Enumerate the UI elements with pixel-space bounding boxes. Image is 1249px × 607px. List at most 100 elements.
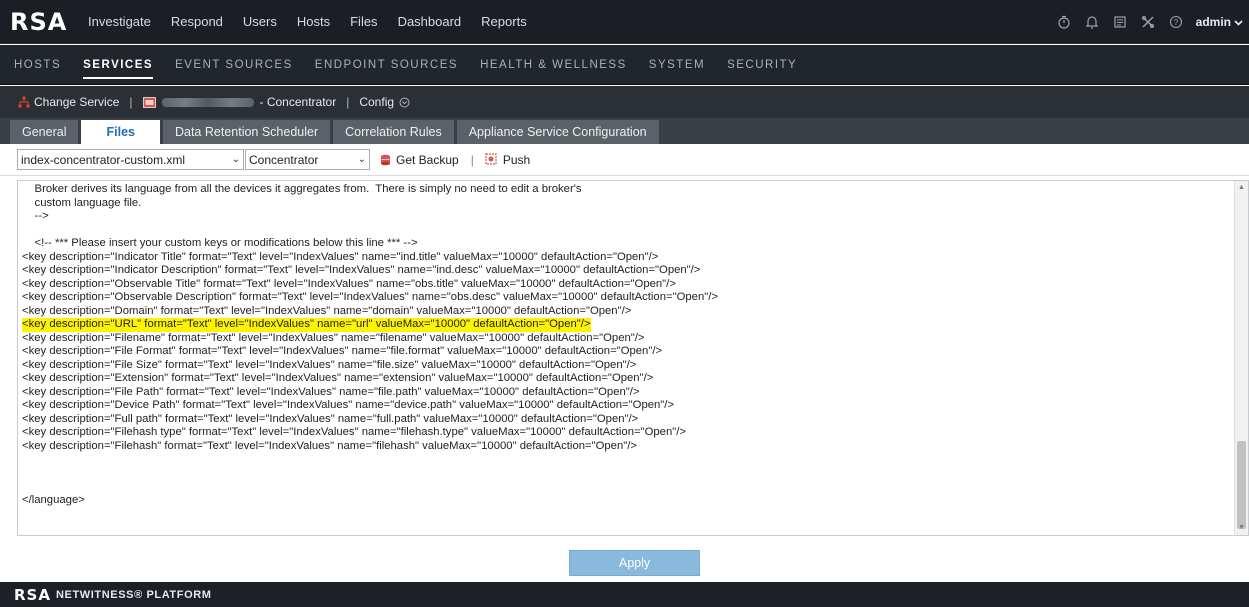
service-host-redacted bbox=[161, 97, 254, 107]
editor-line: Broker derives its language from all the… bbox=[22, 183, 1234, 197]
user-menu[interactable]: admin bbox=[1196, 15, 1243, 29]
scroll-down-icon[interactable]: ▼ bbox=[1235, 521, 1248, 535]
nav-reports[interactable]: Reports bbox=[471, 0, 537, 44]
line-text: --> bbox=[22, 210, 49, 222]
divider: | bbox=[470, 152, 474, 167]
line-text: <key description="Full path" format="Tex… bbox=[22, 412, 639, 425]
subnav-event-sources[interactable]: EVENT SOURCES bbox=[164, 45, 304, 85]
backup-icon bbox=[381, 154, 390, 165]
config-menu[interactable]: Config bbox=[359, 95, 410, 109]
user-name: admin bbox=[1195, 15, 1231, 29]
line-text: <key description="Indicator Title" forma… bbox=[22, 250, 659, 263]
subnav-hosts[interactable]: HOSTS bbox=[0, 45, 72, 85]
footer-logo: RSA bbox=[14, 585, 51, 604]
svg-text:?: ? bbox=[1173, 18, 1178, 27]
get-backup-label: Get Backup bbox=[396, 152, 459, 167]
network-icon bbox=[18, 96, 30, 108]
editor-scrollbar[interactable]: ▲ ▼ bbox=[1234, 181, 1248, 535]
line-text: <key description="Extension" format="Tex… bbox=[22, 372, 654, 384]
line-text: <key description="Filename" format="Text… bbox=[22, 331, 645, 344]
nav-hosts[interactable]: Hosts bbox=[287, 0, 340, 44]
editor-line: <key description="URL" format="Text" lev… bbox=[22, 318, 1234, 332]
push-icon bbox=[485, 153, 497, 165]
nav-files[interactable]: Files bbox=[340, 0, 387, 44]
editor-line: <key description="File Size" format="Tex… bbox=[22, 359, 1234, 373]
editor-line: <key description="Filehash type" format=… bbox=[22, 426, 1234, 440]
scroll-up-icon[interactable]: ▲ bbox=[1235, 181, 1248, 195]
subnav-system[interactable]: SYSTEM bbox=[638, 45, 716, 85]
editor-line: <key description="Indicator Description"… bbox=[22, 264, 1234, 278]
rsa-logo[interactable]: RSA bbox=[10, 8, 80, 36]
scrollbar-thumb[interactable] bbox=[1237, 441, 1246, 529]
editor-line: <key description="Extension" format="Tex… bbox=[22, 372, 1234, 386]
get-backup-button[interactable]: Get Backup bbox=[380, 153, 459, 167]
editor-line: <key description="Filehash" format="Text… bbox=[22, 440, 1234, 454]
nav-investigate[interactable]: Investigate bbox=[80, 0, 161, 44]
editor-line: <key description="Device Path" format="T… bbox=[22, 399, 1234, 413]
chevron-circle-down-icon bbox=[399, 97, 410, 107]
editor-line: <!-- *** Please insert your custom keys … bbox=[22, 237, 1234, 251]
file-editor-text[interactable]: Broker derives its language from all the… bbox=[18, 181, 1234, 535]
line-text: custom language file. bbox=[22, 196, 142, 209]
nav-respond[interactable]: Respond bbox=[161, 0, 233, 44]
subnav-security[interactable]: SECURITY bbox=[716, 45, 808, 85]
tab-files[interactable]: Files bbox=[81, 120, 160, 144]
tab-correlation-rules[interactable]: Correlation Rules bbox=[333, 120, 454, 144]
file-select-value: index-concentrator-custom.xml bbox=[21, 152, 186, 167]
line-text: <key description="Indicator Description"… bbox=[22, 264, 701, 276]
tab-appliance-service-configuration[interactable]: Appliance Service Configuration bbox=[456, 120, 659, 144]
files-toolbar: index-concentrator-custom.xml ⌄ Concentr… bbox=[0, 144, 1249, 176]
editor-line: <key description="Filename" format="Text… bbox=[22, 332, 1234, 346]
service-select-value: Concentrator bbox=[249, 152, 319, 167]
file-editor[interactable]: Broker derives its language from all the… bbox=[17, 180, 1249, 536]
divider: | bbox=[346, 95, 350, 109]
editor-line: </language> bbox=[22, 494, 1234, 508]
help-icon[interactable]: ? bbox=[1162, 0, 1190, 44]
config-tabs: General Files Data Retention Scheduler C… bbox=[0, 118, 1249, 144]
line-text: <key description="Filehash type" format=… bbox=[22, 426, 686, 438]
bell-icon[interactable] bbox=[1078, 0, 1106, 44]
tab-general[interactable]: General bbox=[10, 120, 79, 144]
chevron-down-icon: ⌄ bbox=[231, 154, 240, 165]
apply-area: Apply bbox=[0, 536, 1249, 582]
line-text: <key description="Filehash" format="Text… bbox=[22, 439, 637, 452]
config-label: Config bbox=[359, 95, 395, 109]
tab-data-retention-scheduler[interactable]: Data Retention Scheduler bbox=[162, 120, 331, 144]
subnav-health-wellness[interactable]: HEALTH & WELLNESS bbox=[469, 45, 638, 85]
editor-line: <key description="File Path" format="Tex… bbox=[22, 386, 1234, 400]
admin-sub-nav: HOSTS SERVICES EVENT SOURCES ENDPOINT SO… bbox=[0, 45, 1249, 85]
change-service-label: Change Service bbox=[34, 95, 120, 109]
editor-line: <key description="Domain" format="Text" … bbox=[22, 305, 1234, 319]
notes-icon[interactable] bbox=[1106, 0, 1134, 44]
timer-icon[interactable] bbox=[1050, 0, 1078, 44]
service-type: - Concentrator bbox=[259, 95, 337, 109]
editor-line: <key description="Observable Title" form… bbox=[22, 278, 1234, 292]
line-text: </language> bbox=[22, 493, 85, 506]
main-nav: Investigate Respond Users Hosts Files Da… bbox=[80, 0, 537, 44]
highlighted-line-text: <key description="URL" format="Text" lev… bbox=[22, 318, 591, 332]
footer-product-name: NETWITNESS® PLATFORM bbox=[55, 588, 212, 601]
push-button[interactable]: Push bbox=[484, 153, 530, 167]
nav-users[interactable]: Users bbox=[233, 0, 287, 44]
nav-dashboard[interactable]: Dashboard bbox=[388, 0, 472, 44]
editor-line: <key description="Indicator Title" forma… bbox=[22, 251, 1234, 265]
editor-line: custom language file. bbox=[22, 197, 1234, 211]
subnav-services[interactable]: SERVICES bbox=[72, 45, 164, 85]
line-text: <!-- *** Please insert your custom keys … bbox=[22, 237, 418, 249]
change-service-button[interactable]: Change Service bbox=[18, 95, 119, 109]
tools-icon[interactable] bbox=[1134, 0, 1162, 44]
subnav-endpoint-sources[interactable]: ENDPOINT SOURCES bbox=[304, 45, 469, 85]
push-label: Push bbox=[502, 152, 531, 167]
line-text: <key description="Device Path" format="T… bbox=[22, 399, 675, 411]
footer: RSA NETWITNESS® PLATFORM bbox=[0, 582, 1249, 607]
apply-button[interactable]: Apply bbox=[569, 550, 700, 576]
file-select[interactable]: index-concentrator-custom.xml ⌄ bbox=[17, 149, 244, 170]
line-text: <key description="Observable Title" form… bbox=[22, 277, 676, 290]
service-select[interactable]: Concentrator ⌄ bbox=[245, 149, 370, 170]
chevron-down-icon: ⌄ bbox=[357, 154, 366, 165]
top-right-icons: ? admin bbox=[1050, 0, 1249, 44]
service-name: - Concentrator bbox=[142, 95, 337, 109]
